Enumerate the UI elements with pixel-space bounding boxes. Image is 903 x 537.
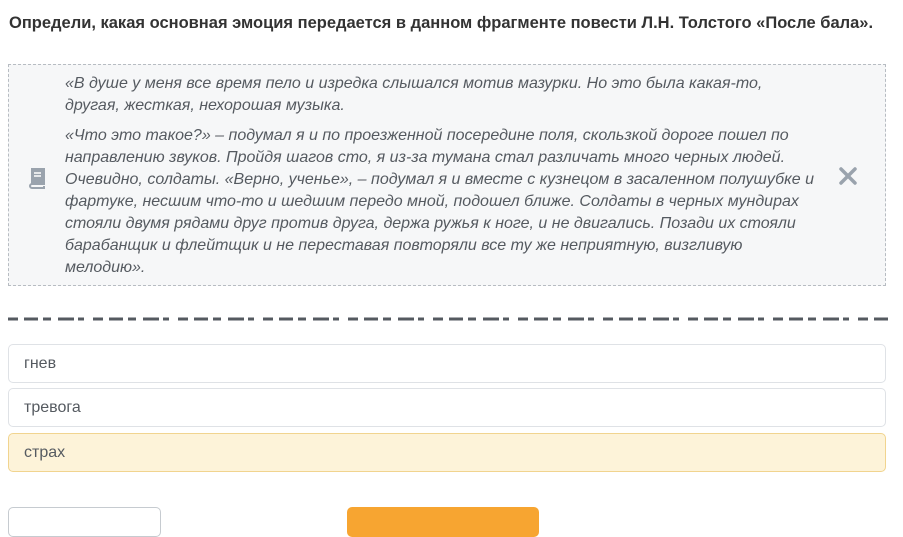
book-icon [26,167,48,189]
question-text: Определи, какая основная эмоция передает… [9,14,874,32]
primary-button[interactable] [347,507,539,537]
passage-paragraph: «Что это такое?» – подумал я и по проезж… [65,127,814,276]
secondary-button[interactable] [8,507,161,537]
passage-paragraph: «В душе у меня все время пело и изредка … [65,75,763,114]
close-icon[interactable] [837,165,859,187]
passage-box: «В душе у меня все время пело и изредка … [8,64,886,286]
answer-option-1[interactable]: гнев [8,344,886,383]
answer-option-2[interactable]: тревога [8,388,886,427]
answer-gap-placeholder [8,310,888,321]
answer-option-3[interactable]: страх [8,433,886,472]
passage-text: «В душе у меня все время пело и изредка … [65,73,821,287]
